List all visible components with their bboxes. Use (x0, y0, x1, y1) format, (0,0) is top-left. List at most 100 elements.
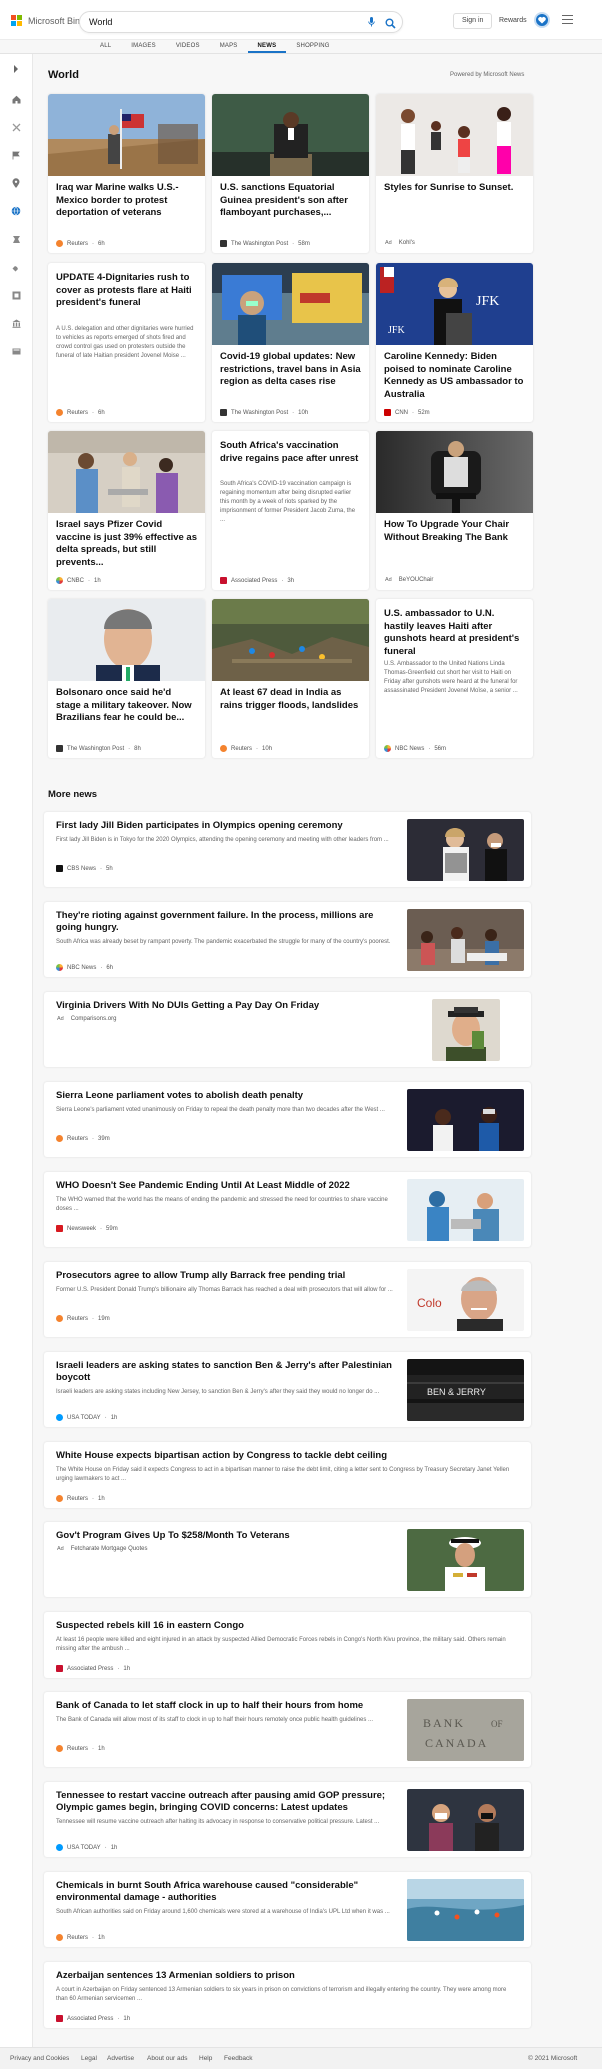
rewards-badge-icon[interactable] (534, 12, 550, 28)
list-item-snippet: A court in Azerbaijan on Friday sentence… (56, 1987, 507, 2002)
search-input[interactable] (89, 17, 339, 27)
card-title[interactable]: UPDATE 4-Dignitaries rush to cover as pr… (56, 272, 197, 310)
card-title[interactable]: Covid-19 global updates: New restriction… (220, 351, 361, 389)
search-box[interactable] (79, 11, 403, 33)
ad-list-item[interactable]: Virginia Drivers With No DUIs Getting a … (44, 992, 531, 1067)
list-item-title[interactable]: First lady Jill Biden participates in Ol… (56, 820, 396, 832)
news-list-item[interactable]: Suspected rebels kill 16 in eastern Cong… (44, 1612, 531, 1678)
list-item-title[interactable]: Sierra Leone parliament votes to abolish… (56, 1090, 396, 1102)
tab-videos[interactable]: VIDEOS (166, 41, 210, 53)
list-item-title[interactable]: They're rioting against government failu… (56, 910, 396, 934)
microphone-icon[interactable] (368, 17, 375, 29)
ad-badge: Ad (57, 1016, 64, 1022)
footer-link-legal[interactable]: Legal (81, 2055, 97, 2062)
news-list-item[interactable]: Chemicals in burnt South Africa warehous… (44, 1872, 531, 1947)
home-icon[interactable] (11, 94, 21, 104)
news-card[interactable]: At least 67 dead in India as rains trigg… (212, 599, 369, 758)
ad-card[interactable]: Styles for Sunrise to Sunset. Ad Kohl's (376, 94, 533, 253)
news-card[interactable]: JFK JFK Caroline Kennedy: Biden poised to… (376, 263, 533, 422)
tab-news[interactable]: NEWS (247, 41, 287, 53)
news-list-item[interactable]: Israeli leaders are asking states to san… (44, 1352, 531, 1427)
card-title[interactable]: Caroline Kennedy: Biden poised to nomina… (384, 351, 525, 401)
card-title[interactable]: Bolsonaro once said he'd stage a militar… (56, 687, 197, 725)
search-icon[interactable] (385, 16, 396, 34)
card-source: The Washington Post · 8h (56, 745, 141, 752)
card-title[interactable]: Styles for Sunrise to Sunset. (384, 182, 525, 195)
news-list-item[interactable]: First lady Jill Biden participates in Ol… (44, 812, 531, 887)
tab-all[interactable]: ALL (90, 41, 121, 53)
news-card[interactable]: U.S. sanctions Equatorial Guinea preside… (212, 94, 369, 253)
list-item-title[interactable]: Prosecutors agree to allow Trump ally Ba… (56, 1270, 396, 1282)
nbc-news-logo-icon (384, 745, 391, 752)
section-title-world: World (48, 69, 79, 81)
bing-logo[interactable]: Microsoft Bing (11, 15, 85, 26)
sign-in-button[interactable]: Sign in (453, 13, 493, 29)
list-item-title[interactable]: Suspected rebels kill 16 in eastern Cong… (56, 1620, 516, 1632)
list-item-title[interactable]: Virginia Drivers With No DUIs Getting a … (56, 1000, 396, 1012)
reuters-logo-icon (56, 1934, 63, 1941)
list-item-source: Associated Press · 1h (56, 1665, 130, 1672)
list-item-source: Ad Fetcharate Mortgage Quotes (57, 1546, 148, 1552)
flag-icon[interactable] (11, 150, 21, 160)
news-list-item[interactable]: WHO Doesn't See Pandemic Ending Until At… (44, 1172, 531, 1247)
menu-icon[interactable] (562, 15, 573, 27)
list-item-title[interactable]: WHO Doesn't See Pandemic Ending Until At… (56, 1180, 396, 1192)
footer-link-about-ads[interactable]: About our ads (147, 2055, 187, 2062)
news-card[interactable]: South Africa's vaccination drive regains… (212, 431, 369, 590)
news-card[interactable]: U.S. ambassador to U.N. hastily leaves H… (376, 599, 533, 758)
card-title[interactable]: How To Upgrade Your Chair Without Breaki… (384, 519, 525, 544)
tab-images[interactable]: IMAGES (121, 41, 166, 53)
list-item-title[interactable]: White House expects bipartisan action by… (56, 1450, 516, 1462)
list-item-title[interactable]: Chemicals in burnt South Africa warehous… (56, 1880, 396, 1904)
newsweek-logo-icon (56, 1225, 63, 1232)
news-card[interactable]: Iraq war Marine walks U.S.-Mexico border… (48, 94, 205, 253)
footer-link-feedback[interactable]: Feedback (224, 2055, 253, 2062)
sports-icon[interactable] (11, 262, 21, 272)
expand-arrow-icon[interactable] (11, 64, 21, 74)
svg-text:BANK: BANK (423, 1716, 465, 1730)
microsoft-logo-icon (11, 15, 22, 26)
tab-shopping[interactable]: SHOPPING (286, 41, 339, 53)
news-list-item[interactable]: Tennessee to restart vaccine outreach af… (44, 1782, 531, 1857)
tab-maps[interactable]: MAPS (210, 41, 248, 53)
news-list-item[interactable]: They're rioting against government failu… (44, 902, 531, 977)
globe-icon[interactable] (11, 206, 21, 216)
list-item-title[interactable]: Tennessee to restart vaccine outreach af… (56, 1790, 396, 1814)
trending-icon[interactable] (11, 122, 21, 132)
list-item-image (407, 1089, 524, 1151)
list-item-title[interactable]: Gov't Program Gives Up To $258/Month To … (56, 1530, 396, 1542)
list-item-title[interactable]: Bank of Canada to let staff clock in up … (56, 1700, 396, 1712)
news-list-item[interactable]: Prosecutors agree to allow Trump ally Ba… (44, 1262, 531, 1337)
card-title[interactable]: At least 67 dead in India as rains trigg… (220, 687, 361, 712)
business-icon[interactable] (11, 318, 21, 328)
card-source: Reuters · 6h (56, 409, 105, 416)
news-list-item[interactable]: White House expects bipartisan action by… (44, 1442, 531, 1508)
rewards-link[interactable]: Rewards (499, 17, 527, 24)
footer-link-help[interactable]: Help (199, 2055, 212, 2062)
list-item-title[interactable]: Azerbaijan sentences 13 Armenian soldier… (56, 1970, 516, 1982)
list-item-image: BEN & JERRY (407, 1359, 524, 1421)
ad-card[interactable]: How To Upgrade Your Chair Without Breaki… (376, 431, 533, 590)
politics-icon[interactable] (11, 346, 21, 356)
footer-link-advertise[interactable]: Advertise (107, 2055, 134, 2062)
news-list-item[interactable]: Azerbaijan sentences 13 Armenian soldier… (44, 1962, 531, 2028)
ad-list-item[interactable]: Gov't Program Gives Up To $258/Month To … (44, 1522, 531, 1597)
location-pin-icon[interactable] (11, 178, 21, 188)
news-list-item[interactable]: Bank of Canada to let staff clock in up … (44, 1692, 531, 1767)
card-title[interactable]: Israel says Pfizer Covid vaccine is just… (56, 519, 197, 569)
news-card[interactable]: Covid-19 global updates: New restriction… (212, 263, 369, 422)
news-card[interactable]: Israel says Pfizer Covid vaccine is just… (48, 431, 205, 590)
news-card[interactable]: UPDATE 4-Dignitaries rush to cover as pr… (48, 263, 205, 422)
card-title[interactable]: South Africa's vaccination drive regains… (220, 440, 361, 465)
card-source: Reuters · 6h (56, 240, 105, 247)
entertainment-icon[interactable] (11, 290, 21, 300)
washington-post-logo-icon (220, 409, 227, 416)
footer-link-privacy[interactable]: Privacy and Cookies (10, 2055, 69, 2062)
list-item-title[interactable]: Israeli leaders are asking states to san… (56, 1360, 396, 1384)
news-card[interactable]: Bolsonaro once said he'd stage a militar… (48, 599, 205, 758)
science-icon[interactable] (11, 234, 21, 244)
card-title[interactable]: U.S. ambassador to U.N. hastily leaves H… (384, 608, 525, 658)
news-list-item[interactable]: Sierra Leone parliament votes to abolish… (44, 1082, 531, 1157)
card-title[interactable]: U.S. sanctions Equatorial Guinea preside… (220, 182, 361, 220)
card-title[interactable]: Iraq war Marine walks U.S.-Mexico border… (56, 182, 197, 220)
